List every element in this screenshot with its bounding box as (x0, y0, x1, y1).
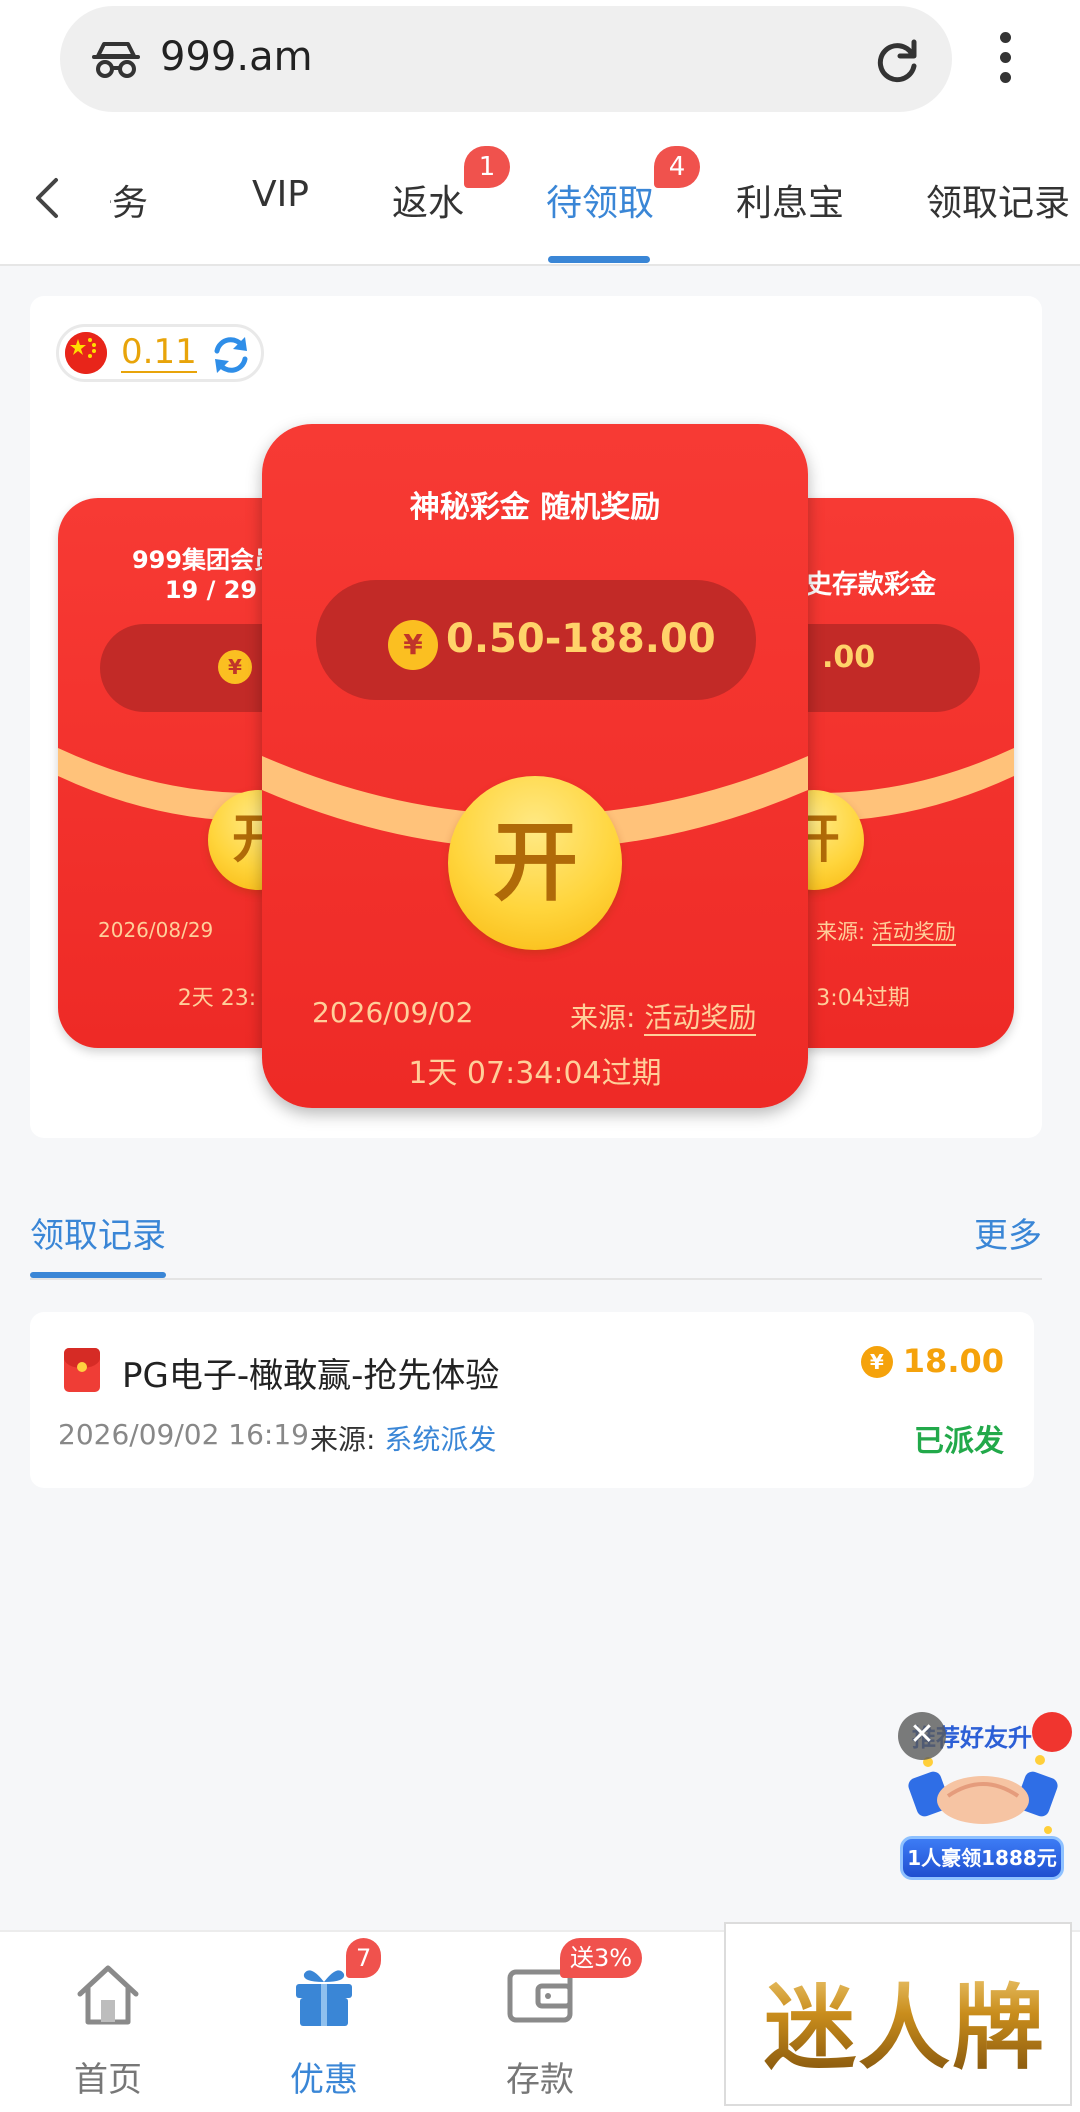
refresh-icon[interactable] (209, 333, 253, 377)
envelope-center-amount: 0.50-188.00 (446, 616, 716, 662)
record-time: 2026/09/02 16:19 (58, 1418, 309, 1451)
rebate-badge: 1 (464, 146, 510, 188)
tab-bar: 任务 VIP 返水 1 待领取 4 利息宝 领取记录 (0, 128, 1080, 266)
envelope-right-amount: .00 (822, 640, 876, 675)
yuan-coin-icon: ¥ (388, 620, 438, 670)
record-amount: ¥18.00 (860, 1342, 1004, 1380)
handshake-icon (908, 1755, 1058, 1834)
red-packet-icon (64, 1348, 100, 1392)
tab-vip[interactable]: VIP (252, 174, 309, 215)
chevron-left-icon[interactable] (30, 176, 64, 220)
promo-banner: 1人豪领1888元 (900, 1836, 1064, 1880)
record-name: PG电子-橄敢赢-抢先体验 (122, 1356, 500, 1396)
address-bar[interactable]: 999.am (60, 6, 952, 112)
source-label: 来源: (570, 1001, 636, 1034)
pending-badge: 4 (654, 146, 700, 188)
yuan-coin-icon: ¥ (860, 1346, 893, 1378)
source-label: 来源: (816, 920, 866, 944)
envelope-left-date: 2026/08/29 (98, 918, 214, 942)
more-menu-icon[interactable] (990, 28, 1020, 88)
tab-claim-records[interactable]: 领取记录 (926, 174, 1070, 226)
more-link[interactable]: 更多 (974, 1208, 1042, 1257)
china-flag-icon (65, 332, 107, 374)
tab-tasks[interactable]: 任务 (110, 174, 148, 226)
record-amount-value: 18.00 (902, 1342, 1004, 1380)
balance-value: 0.11 (121, 332, 197, 373)
records-tab[interactable]: 领取记录 (30, 1208, 166, 1257)
incognito-icon (92, 42, 140, 78)
list-item[interactable]: PG电子-橄敢赢-抢先体验 ¥18.00 2026/09/02 16:19 来源… (30, 1312, 1034, 1488)
deposit-bonus-badge: 送3% (560, 1938, 643, 1978)
balance-chip[interactable]: 0.11 (56, 324, 264, 382)
envelope-center-source: 来源: 活动奖励 (570, 996, 757, 1036)
tab-rebate[interactable]: 返水 (392, 174, 464, 226)
source-value: 活动奖励 (871, 920, 956, 946)
source-value: 活动奖励 (644, 1001, 757, 1036)
yuan-coin-icon: ¥ (218, 650, 252, 684)
tab-interest[interactable]: 利息宝 (736, 174, 844, 226)
nav-home-label: 首页 (74, 2060, 142, 2100)
envelope-center-open-button[interactable]: 开 (448, 776, 622, 950)
notification-dot (1032, 1712, 1072, 1752)
nav-promotions-label: 优惠 (290, 2060, 358, 2100)
brand-watermark: 迷人牌 (724, 1922, 1072, 2106)
active-tab-indicator (548, 256, 650, 263)
close-icon[interactable]: ✕ (898, 1712, 946, 1760)
source-value: 系统派发 (384, 1423, 497, 1456)
envelope-center[interactable]: 神秘彩金 随机奖励 ¥ 0.50-188.00 开 2026/09/02 来源:… (262, 424, 808, 1108)
brand-logo: 迷人牌 (764, 1954, 1046, 2087)
browser-toolbar: 999.am (0, 0, 1080, 128)
url-text: 999.am (160, 34, 313, 80)
record-source: 来源: 系统派发 (310, 1418, 496, 1458)
envelope-center-expiry: 1天 07:34:04过期 (408, 1056, 662, 1091)
status-badge: 已派发 (914, 1424, 1004, 1459)
envelope-center-date: 2026/09/02 (312, 996, 474, 1029)
records-header: 领取记录 更多 (30, 1196, 1042, 1280)
envelope-right-source: 来源: 活动奖励 (816, 916, 956, 946)
red-envelope-card: 0.11 999集团会员奖 19 / 29 ¥ 开 2026/08/29 2天 … (30, 296, 1042, 1138)
source-label: 来源: (310, 1423, 376, 1456)
referral-promo[interactable]: ✕ 推荐好友升 1人豪领1888元 (898, 1712, 1072, 1882)
home-icon (77, 1965, 139, 2025)
promotions-badge: 7 (346, 1938, 382, 1978)
nav-deposit-label: 存款 (506, 2060, 574, 2100)
envelope-center-title: 神秘彩金 随机奖励 (409, 490, 661, 525)
records-tab-indicator (30, 1272, 166, 1278)
tab-pending[interactable]: 待领取 (546, 174, 654, 226)
reload-icon[interactable] (872, 36, 922, 86)
